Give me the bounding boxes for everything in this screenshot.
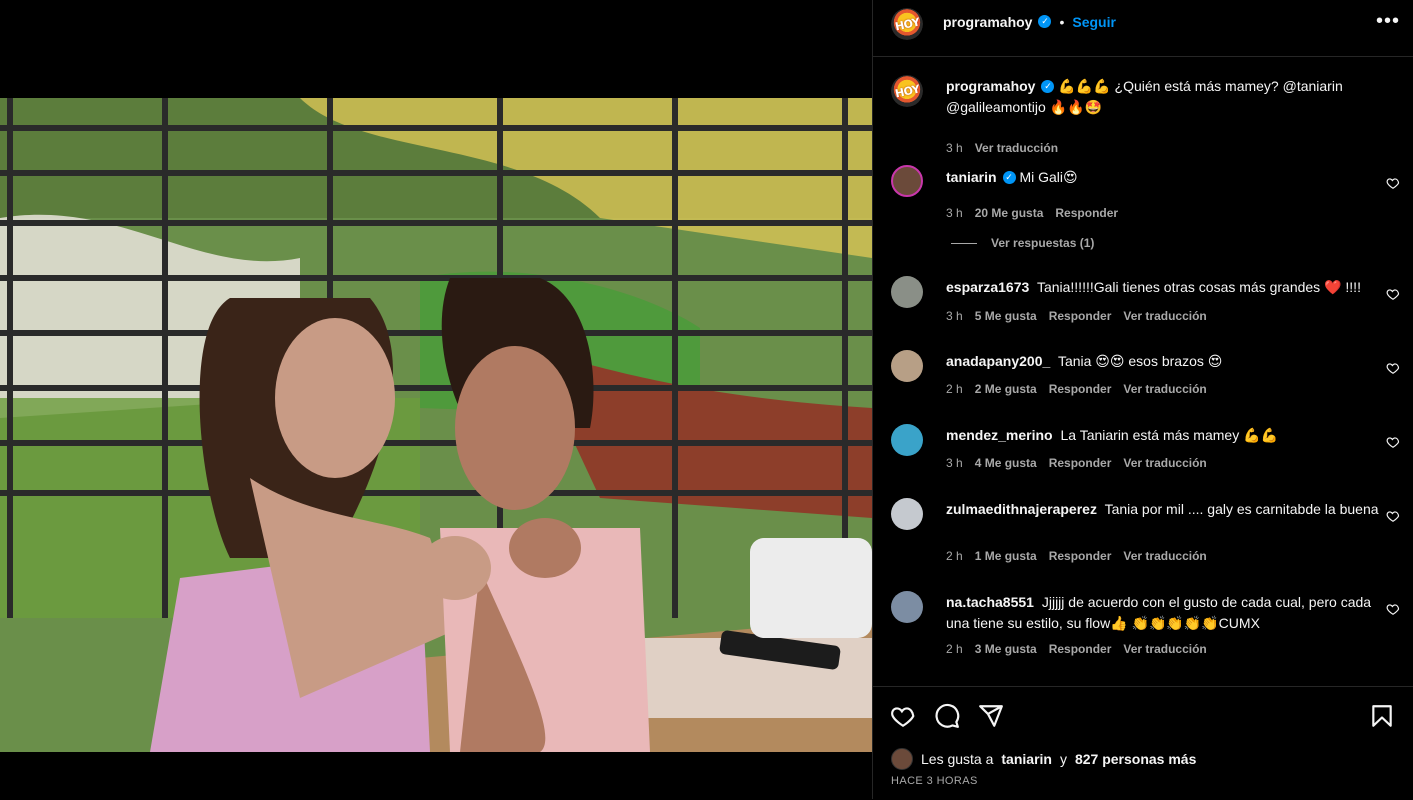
comment-likes[interactable]: 20 Me gusta [975,206,1044,220]
translate-button[interactable]: Ver traducción [1123,549,1206,563]
commenter-avatar[interactable] [891,165,923,197]
comment-author[interactable]: taniarin [946,169,997,185]
caption-meta: 3 h Ver traducción [946,141,1058,155]
comment-meta: 3 h 20 Me gusta Responder [946,206,1118,220]
comment-meta: 2 h 2 Me gusta Responder Ver traducción [946,382,1207,396]
comment-text: Tania por mil .... galy es carnitabde la… [1104,501,1379,517]
commenter-avatar[interactable] [891,498,923,530]
comment-author[interactable]: mendez_merino [946,427,1053,443]
bookmark-icon[interactable] [1369,703,1395,729]
comments-list[interactable]: HOY programahoy ✓ 💪💪💪 ¿Quién está más mam… [873,57,1413,685]
comment-heart-icon[interactable] [1386,361,1400,375]
translate-button[interactable]: Ver traducción [1123,456,1206,470]
comment-body: anadapany200_ Tania 😍😍 esos brazos 😍 [946,351,1381,372]
hoy-logo: HOY [891,8,923,40]
reply-button[interactable]: Responder [1049,549,1112,563]
commenter-avatar[interactable] [891,591,923,623]
comment-body: zulmaedithnajeraperez Tania por mil ....… [946,499,1381,520]
logo-text: HOY [893,82,921,100]
caption-avatar[interactable]: HOY [891,75,923,107]
hoy-logo: HOY [891,75,923,107]
view-replies-button[interactable]: Ver respuestas (1) [951,236,1094,250]
comment-meta: 2 h 1 Me gusta Responder Ver traducción [946,549,1207,563]
comment-time: 3 h [946,309,963,323]
comment-likes[interactable]: 5 Me gusta [975,309,1037,323]
comment-heart-icon[interactable] [1386,176,1400,190]
comment-body: taniarin ✓ Mi Gali😍 [946,167,1381,188]
caption-author[interactable]: programahoy [946,78,1035,94]
logo-text: HOY [893,15,921,33]
post-header: HOY programahoy ✓ • Seguir ••• [873,0,1413,57]
separator-dot: • [1059,14,1065,30]
comment-likes[interactable]: 4 Me gusta [975,456,1037,470]
post-media-area [0,0,872,799]
translate-button[interactable]: Ver traducción [1123,382,1206,396]
comment-time: 3 h [946,456,963,470]
comment-likes[interactable]: 3 Me gusta [975,642,1037,656]
follow-button[interactable]: Seguir [1072,14,1116,30]
comment-body: esparza1673 Tania!!!!!!Gali tienes otras… [946,277,1381,298]
comment-time: 2 h [946,549,963,563]
comment-time: 3 h [946,206,963,220]
comment-icon[interactable] [934,703,960,729]
caption-translate-button[interactable]: Ver traducción [975,141,1058,155]
comment-body: mendez_merino La Taniarin está más mamey… [946,425,1381,446]
post-side-panel: HOY programahoy ✓ • Seguir ••• HOY progr… [872,0,1413,799]
comment-author[interactable]: esparza1673 [946,279,1029,295]
comment-time: 2 h [946,642,963,656]
comment-author[interactable]: zulmaedithnajeraperez [946,501,1097,517]
photo-illustration [0,98,872,752]
comment-text: Mi Gali😍 [1019,169,1078,185]
author-username[interactable]: programahoy [943,14,1032,30]
comment-text: Tania 😍😍 esos brazos 😍 [1057,353,1223,369]
comment-meta: 2 h 3 Me gusta Responder Ver traducción [946,642,1207,656]
reply-button[interactable]: Responder [1049,456,1112,470]
comment-time: 2 h [946,382,963,396]
caption-body: programahoy ✓ 💪💪💪 ¿Quién está más mamey? … [946,76,1381,118]
verified-icon: ✓ [1038,14,1052,28]
comment-author[interactable]: na.tacha8551 [946,594,1034,610]
comment-heart-icon[interactable] [1386,287,1400,301]
likes-summary: Les gusta a taniarin y 827 personas más [891,748,1196,770]
comment-meta: 3 h 5 Me gusta Responder Ver traducción [946,309,1207,323]
comment-heart-icon[interactable] [1386,435,1400,449]
reply-button[interactable]: Responder [1049,309,1112,323]
comment-body: na.tacha8551 Jjjjjj de acuerdo con el gu… [946,592,1381,634]
share-icon[interactable] [978,703,1004,729]
likes-user[interactable]: taniarin [1001,751,1052,767]
header-title-row: programahoy ✓ • Seguir [943,14,1116,30]
reply-button[interactable]: Responder [1049,642,1112,656]
commenter-avatar[interactable] [891,276,923,308]
more-icon[interactable]: ••• [1376,10,1400,33]
commenter-avatar[interactable] [891,350,923,382]
post-timestamp: HACE 3 HORAS [891,775,978,787]
translate-button[interactable]: Ver traducción [1123,309,1206,323]
verified-icon: ✓ [1041,79,1055,93]
liker-avatar[interactable] [891,748,913,770]
comment-meta: 3 h 4 Me gusta Responder Ver traducción [946,456,1207,470]
likes-others[interactable]: 827 personas más [1075,751,1196,767]
comment-likes[interactable]: 2 Me gusta [975,382,1037,396]
comment-heart-icon[interactable] [1386,509,1400,523]
comment-likes[interactable]: 1 Me gusta [975,549,1037,563]
comment-author[interactable]: anadapany200_ [946,353,1050,369]
verified-icon: ✓ [1002,170,1016,184]
caption-time: 3 h [946,141,963,155]
commenter-avatar[interactable] [891,424,923,456]
comment-text: Tania!!!!!!Gali tienes otras cosas más g… [1036,279,1361,295]
reply-button[interactable]: Responder [1049,382,1112,396]
translate-button[interactable]: Ver traducción [1123,642,1206,656]
comment-text: La Taniarin está más mamey 💪💪 [1060,427,1278,443]
comment-heart-icon[interactable] [1386,602,1400,616]
replies-line [951,242,977,244]
likes-connector: y [1059,751,1067,767]
author-avatar[interactable]: HOY [891,8,923,40]
like-heart-icon[interactable] [890,703,916,729]
post-photo[interactable] [0,98,872,752]
reply-button[interactable]: Responder [1055,206,1118,220]
likes-prefix: Les gusta a [921,751,994,767]
view-replies-label: Ver respuestas (1) [991,236,1095,250]
